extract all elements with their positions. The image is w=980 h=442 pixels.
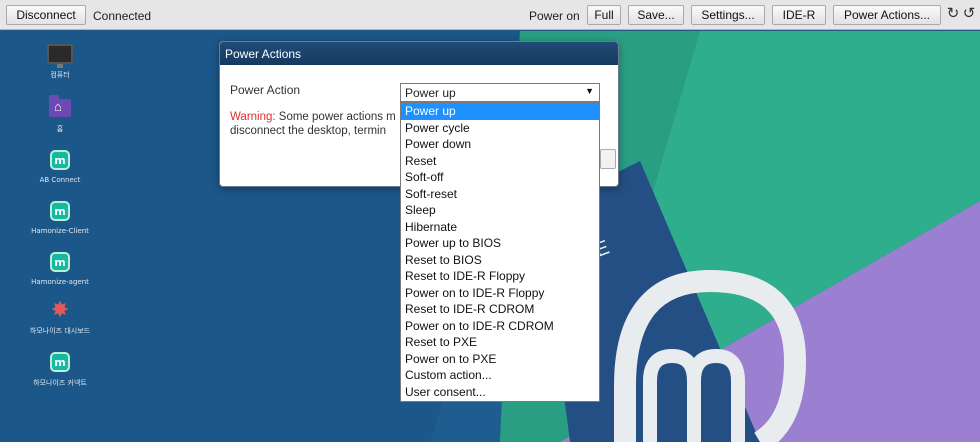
power-action-option[interactable]: Power on to PXE — [401, 351, 599, 368]
power-action-option[interactable]: Soft-off — [401, 169, 599, 186]
settings-button[interactable]: Settings... — [691, 5, 765, 25]
power-action-option[interactable]: Power on to IDE-R CDROM — [401, 318, 599, 335]
power-action-option[interactable]: Sleep — [401, 202, 599, 219]
rotate-left-icon[interactable]: ↻ — [945, 6, 961, 22]
power-action-option[interactable]: Reset — [401, 153, 599, 170]
warning-text: Warning: Some power actions m disconnect… — [230, 111, 396, 137]
desktop-icon-ab-connect[interactable]: m AB Connect — [25, 147, 95, 184]
power-action-options[interactable]: Power up Power cycle Power down Reset Soft-o… — [400, 102, 600, 402]
power-action-option[interactable]: Power down — [401, 136, 599, 153]
ide-r-button[interactable]: IDE-R — [772, 5, 826, 25]
desktop-icon-hamonize-client[interactable]: m Hamonize-Client — [25, 198, 95, 235]
save-button[interactable]: Save... — [628, 5, 684, 25]
home-folder-icon — [49, 95, 71, 117]
power-action-option[interactable]: Power cycle — [401, 120, 599, 137]
desktop-icon-home[interactable]: 홈 — [25, 95, 95, 134]
full-button[interactable]: Full — [587, 5, 621, 25]
warning-label: Warning: — [230, 111, 276, 123]
mint-app-icon: m — [50, 252, 70, 272]
mint-app-icon: m — [50, 352, 70, 372]
power-action-option[interactable]: Power up — [401, 103, 599, 120]
selected-value: Power up — [405, 86, 456, 100]
power-action-select[interactable]: Power up ▼ — [400, 83, 600, 102]
power-action-option[interactable]: Custom action... — [401, 367, 599, 384]
chevron-down-icon: ▼ — [585, 86, 594, 96]
disconnect-button[interactable]: Disconnect — [6, 5, 86, 25]
power-action-option[interactable]: Power up to BIOS — [401, 235, 599, 252]
power-action-option[interactable]: Reset to BIOS — [401, 252, 599, 269]
computer-icon — [47, 44, 73, 68]
desktop-icon-hamonize-agent[interactable]: m Hamonize-agent — [25, 249, 95, 286]
power-action-option[interactable]: User consent... — [401, 384, 599, 401]
power-action-option[interactable]: Hibernate — [401, 219, 599, 236]
power-action-option[interactable]: Soft-reset — [401, 186, 599, 203]
dialog-title: Power Actions — [220, 42, 618, 65]
desktop-icon-dashboard[interactable]: ✸ 하모나이즈 대시보드 — [25, 297, 95, 336]
remote-desktop-toolbar: Disconnect Connected Power on Full Save.… — [0, 0, 980, 30]
power-action-label: Power Action — [230, 83, 301, 97]
power-state-text: Power on — [529, 9, 580, 23]
desktop-icon-connect[interactable]: m 하모나이즈 커넥트 — [25, 349, 95, 388]
power-actions-button[interactable]: Power Actions... — [833, 5, 941, 25]
dialog-ok-button[interactable] — [600, 149, 616, 169]
rotate-right-icon[interactable]: ↺ — [961, 6, 977, 22]
mint-app-icon: m — [50, 150, 70, 170]
connection-status: Connected — [93, 9, 152, 23]
power-action-option[interactable]: Reset to PXE — [401, 334, 599, 351]
desktop-icon-computer[interactable]: 컴퓨터 — [25, 41, 95, 80]
mint-app-icon: m — [50, 201, 70, 221]
power-action-option[interactable]: Reset to IDE-R CDROM — [401, 301, 599, 318]
power-action-option[interactable]: Power on to IDE-R Floppy — [401, 285, 599, 302]
star-app-icon: ✸ — [50, 297, 70, 322]
power-action-option[interactable]: Reset to IDE-R Floppy — [401, 268, 599, 285]
